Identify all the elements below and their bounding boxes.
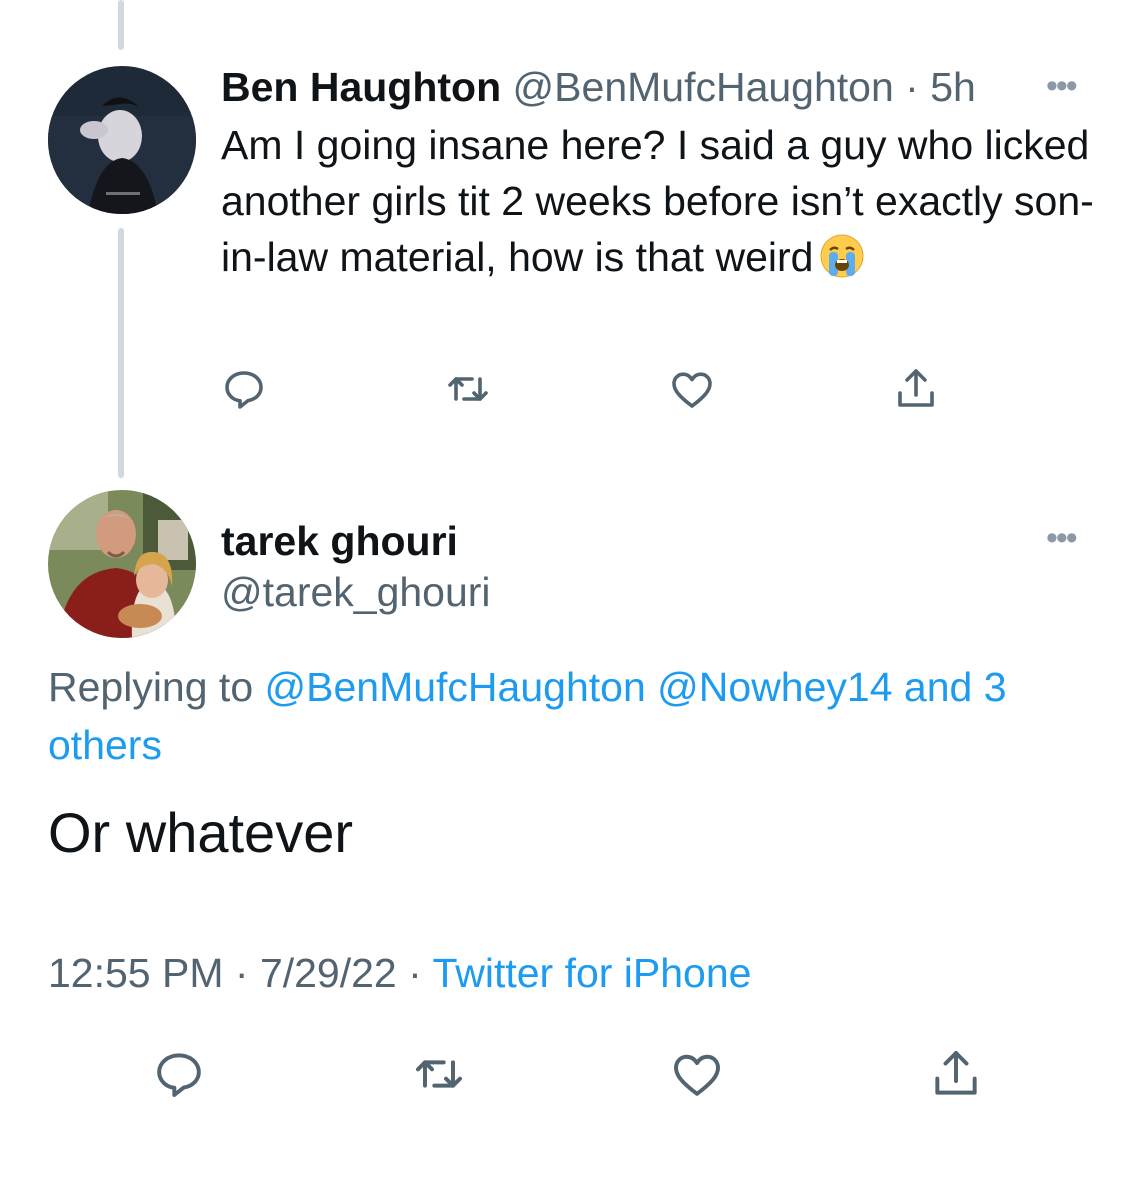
replying-to: Replying to @BenMufcHaughton @Nowhey14 a…: [48, 658, 1088, 774]
tweet-meta: 12:55 PM · 7/29/22 · Twitter for iPhone: [48, 948, 751, 998]
separator-dot: ·: [396, 950, 433, 996]
loudly-crying-face-icon: [819, 233, 865, 293]
tweet-text: Or whatever: [48, 801, 353, 864]
tweet-source[interactable]: Twitter for iPhone: [432, 950, 751, 996]
tweet1-header: Ben Haughton @BenMufcHaughton · 5h: [221, 62, 976, 112]
separator-dot: ·: [893, 64, 931, 110]
tweet-time[interactable]: 12:55 PM: [48, 950, 224, 996]
reply-icon[interactable]: [220, 365, 268, 413]
mention-link[interactable]: @Nowhey14: [657, 664, 892, 710]
avatar[interactable]: [48, 66, 196, 214]
more-options-icon[interactable]: •••: [1046, 521, 1078, 555]
like-icon[interactable]: [668, 365, 716, 413]
tweet-date[interactable]: 7/29/22: [260, 950, 397, 996]
author-handle[interactable]: @BenMufcHaughton: [513, 64, 894, 110]
replying-label: Replying to: [48, 664, 265, 710]
thread-line-top: [118, 0, 124, 50]
avatar[interactable]: [48, 490, 196, 638]
author-handle[interactable]: @tarek_ghouri: [221, 567, 491, 617]
retweet-icon[interactable]: [411, 1046, 467, 1102]
thread-line: [118, 228, 124, 478]
author-name[interactable]: Ben Haughton: [221, 64, 501, 110]
retweet-icon[interactable]: [444, 365, 492, 413]
like-icon[interactable]: [669, 1046, 725, 1102]
share-icon[interactable]: [928, 1046, 984, 1102]
share-icon[interactable]: [892, 365, 940, 413]
more-options-icon[interactable]: •••: [1046, 69, 1078, 103]
tweet-text: Am I going insane here? I said a guy who…: [221, 122, 1094, 280]
author-name[interactable]: tarek ghouri: [221, 516, 458, 566]
tweet-time[interactable]: 5h: [930, 64, 976, 110]
reply-icon[interactable]: [151, 1046, 207, 1102]
separator-dot: ·: [223, 950, 260, 996]
tweet1-text-block: Am I going insane here? I said a guy who…: [221, 117, 1101, 293]
mention-link[interactable]: @BenMufcHaughton: [265, 664, 646, 710]
